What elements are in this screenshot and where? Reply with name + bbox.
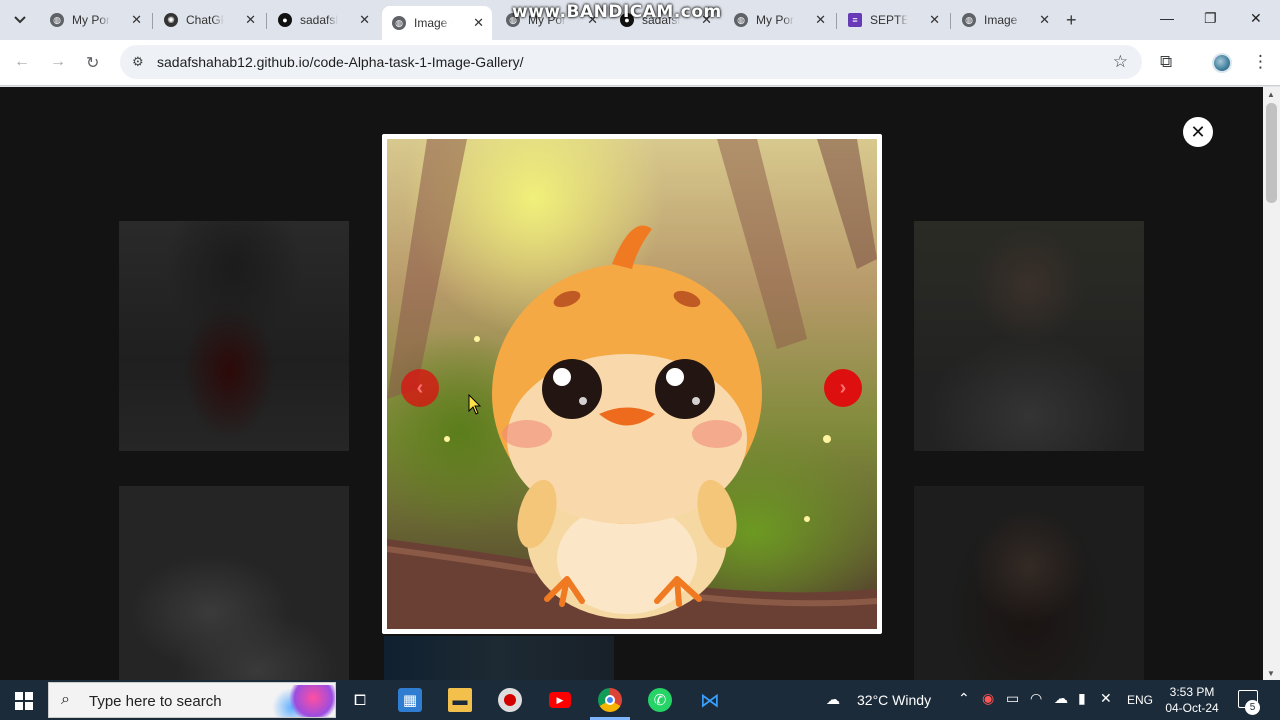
taskbar-clock[interactable]: 3:53 PM 04-Oct-24: [1162, 684, 1222, 716]
site-settings-icon[interactable]: ⚙: [132, 54, 144, 70]
page-viewport: ‹ › ✕: [0, 87, 1263, 680]
more-menu-icon[interactable]: ⋮: [1252, 52, 1269, 72]
weather-text[interactable]: 32°C Windy: [857, 692, 931, 708]
reload-icon[interactable]: ↻: [86, 53, 99, 73]
clock-date: 04-Oct-24: [1165, 701, 1219, 715]
close-tab-icon[interactable]: ✕: [815, 12, 826, 28]
gallery-thumb-girl-black-hair[interactable]: [119, 221, 349, 451]
chatgpt-icon: ✺: [164, 13, 178, 27]
tab-my-portfolio[interactable]: ◍ My Portfolio ✕: [40, 6, 150, 34]
search-placeholder: Type here to search: [89, 693, 222, 710]
scroll-down-icon[interactable]: ▼: [1267, 669, 1275, 678]
lightbox-frame: [382, 134, 882, 634]
github-icon: ●: [278, 13, 292, 27]
gallery-thumb-girl-brown-hair[interactable]: [914, 486, 1144, 680]
globe-icon: ◍: [962, 13, 976, 27]
chick-image: [387, 139, 877, 629]
tab-github[interactable]: ● sadafshahab12 ✕: [268, 6, 378, 34]
tray-chevron-up-icon[interactable]: ⌃: [958, 690, 970, 707]
tab-my-portfolio-3[interactable]: ◍ My Portfolio ✕: [724, 6, 834, 34]
close-tab-icon[interactable]: ✕: [131, 12, 142, 28]
vscode-icon[interactable]: ⋈: [698, 688, 722, 712]
chevron-down-icon: [14, 16, 26, 24]
weather-icon[interactable]: ☁: [826, 691, 840, 708]
tab-divider: [836, 13, 837, 29]
language-indicator[interactable]: ENG: [1127, 693, 1153, 707]
minimize-button[interactable]: —: [1160, 10, 1174, 26]
url-text[interactable]: sadafshahab12.github.io/code-Alpha-task-…: [157, 54, 524, 70]
gallery-thumb-sneakers[interactable]: [119, 486, 349, 680]
browser-toolbar: ← → ↻ ⚙ sadafshahab12.github.io/code-Alp…: [0, 40, 1280, 86]
forward-arrow-icon[interactable]: →: [50, 53, 66, 71]
close-icon: ✕: [1190, 121, 1206, 142]
clock-time: 3:53 PM: [1169, 685, 1215, 699]
restore-button[interactable]: ❐: [1204, 10, 1217, 27]
gallery-thumb-partial[interactable]: [384, 636, 614, 680]
close-tab-icon[interactable]: ✕: [1039, 12, 1050, 28]
scroll-up-icon[interactable]: ▲: [1267, 90, 1275, 99]
back-arrow-icon[interactable]: ←: [14, 53, 30, 71]
speaker-muted-icon[interactable]: ✕: [1100, 690, 1112, 707]
search-icon: ⌕: [61, 691, 70, 708]
recording-watermark: www.BANDICAM.com: [512, 2, 722, 22]
onedrive-icon[interactable]: ☁: [1054, 690, 1068, 707]
tab-divider: [950, 13, 951, 29]
store-icon[interactable]: ▦: [398, 688, 422, 712]
scrollbar-thumb[interactable]: [1266, 103, 1277, 203]
tab-september[interactable]: ≡ SEPTEMBER ✕: [838, 6, 948, 34]
close-tab-icon[interactable]: ✕: [359, 12, 370, 28]
lightbox-image-chick: [387, 139, 877, 629]
globe-icon: ◍: [392, 16, 406, 30]
chrome-icon[interactable]: [598, 688, 622, 712]
page-scrollbar[interactable]: ▲ ▼: [1263, 87, 1280, 680]
taskbar-search-box[interactable]: ⌕ Type here to search: [48, 682, 336, 718]
youtube-icon[interactable]: ▶: [548, 688, 572, 712]
lightbox-next-button[interactable]: ›: [824, 369, 862, 407]
mouse-cursor-icon: [468, 394, 482, 415]
lightbox-prev-button[interactable]: ‹: [401, 369, 439, 407]
globe-icon: ◍: [734, 13, 748, 27]
close-tab-icon[interactable]: ✕: [929, 12, 940, 28]
battery-icon[interactable]: ▮: [1078, 690, 1086, 707]
record-icon[interactable]: [498, 688, 522, 712]
whatsapp-icon[interactable]: ✆: [648, 688, 672, 712]
tab-divider: [266, 13, 267, 29]
tab-chatgpt[interactable]: ✺ ChatGPT ✕: [154, 6, 264, 34]
close-tab-icon[interactable]: ✕: [245, 12, 256, 28]
globe-icon: ◍: [50, 13, 64, 27]
gallery-thumb-girl-braids[interactable]: [914, 221, 1144, 451]
tab-image-gallery-active[interactable]: ◍ Image Gallery ✕: [382, 6, 492, 40]
wifi-icon[interactable]: ◠: [1030, 690, 1042, 707]
address-bar[interactable]: ⚙ sadafshahab12.github.io/code-Alpha-tas…: [120, 45, 1142, 79]
bookmark-star-icon[interactable]: ☆: [1113, 52, 1128, 72]
close-tab-icon[interactable]: ✕: [473, 15, 484, 31]
extensions-icon[interactable]: ⧉: [1160, 52, 1172, 72]
chevron-right-icon: ›: [839, 376, 847, 399]
windows-start-icon[interactable]: [15, 692, 33, 710]
notification-count-badge: 5: [1245, 700, 1260, 715]
tab-divider: [152, 13, 153, 29]
close-window-button[interactable]: ✕: [1250, 10, 1262, 27]
search-highlight-art: [263, 685, 335, 717]
forms-icon: ≡: [848, 13, 862, 27]
tab-search-button[interactable]: [8, 8, 32, 32]
tray-record-icon[interactable]: ◉: [982, 690, 994, 707]
file-explorer-icon[interactable]: ▬: [448, 688, 472, 712]
profile-avatar[interactable]: [1212, 53, 1232, 73]
lightbox-close-button[interactable]: ✕: [1183, 117, 1213, 147]
chevron-left-icon: ‹: [416, 376, 424, 399]
tray-device-icon[interactable]: ▭: [1006, 690, 1019, 707]
tab-image-gallery-2[interactable]: ◍ Image Gallery ✕: [952, 6, 1058, 34]
windows-taskbar: ⌕ Type here to search ⧠ ▦ ▬ ▶ ✆ ⋈ ☁ 32°C…: [0, 680, 1280, 720]
task-view-icon[interactable]: ⧠: [348, 688, 372, 712]
new-tab-button[interactable]: +: [1066, 10, 1077, 31]
